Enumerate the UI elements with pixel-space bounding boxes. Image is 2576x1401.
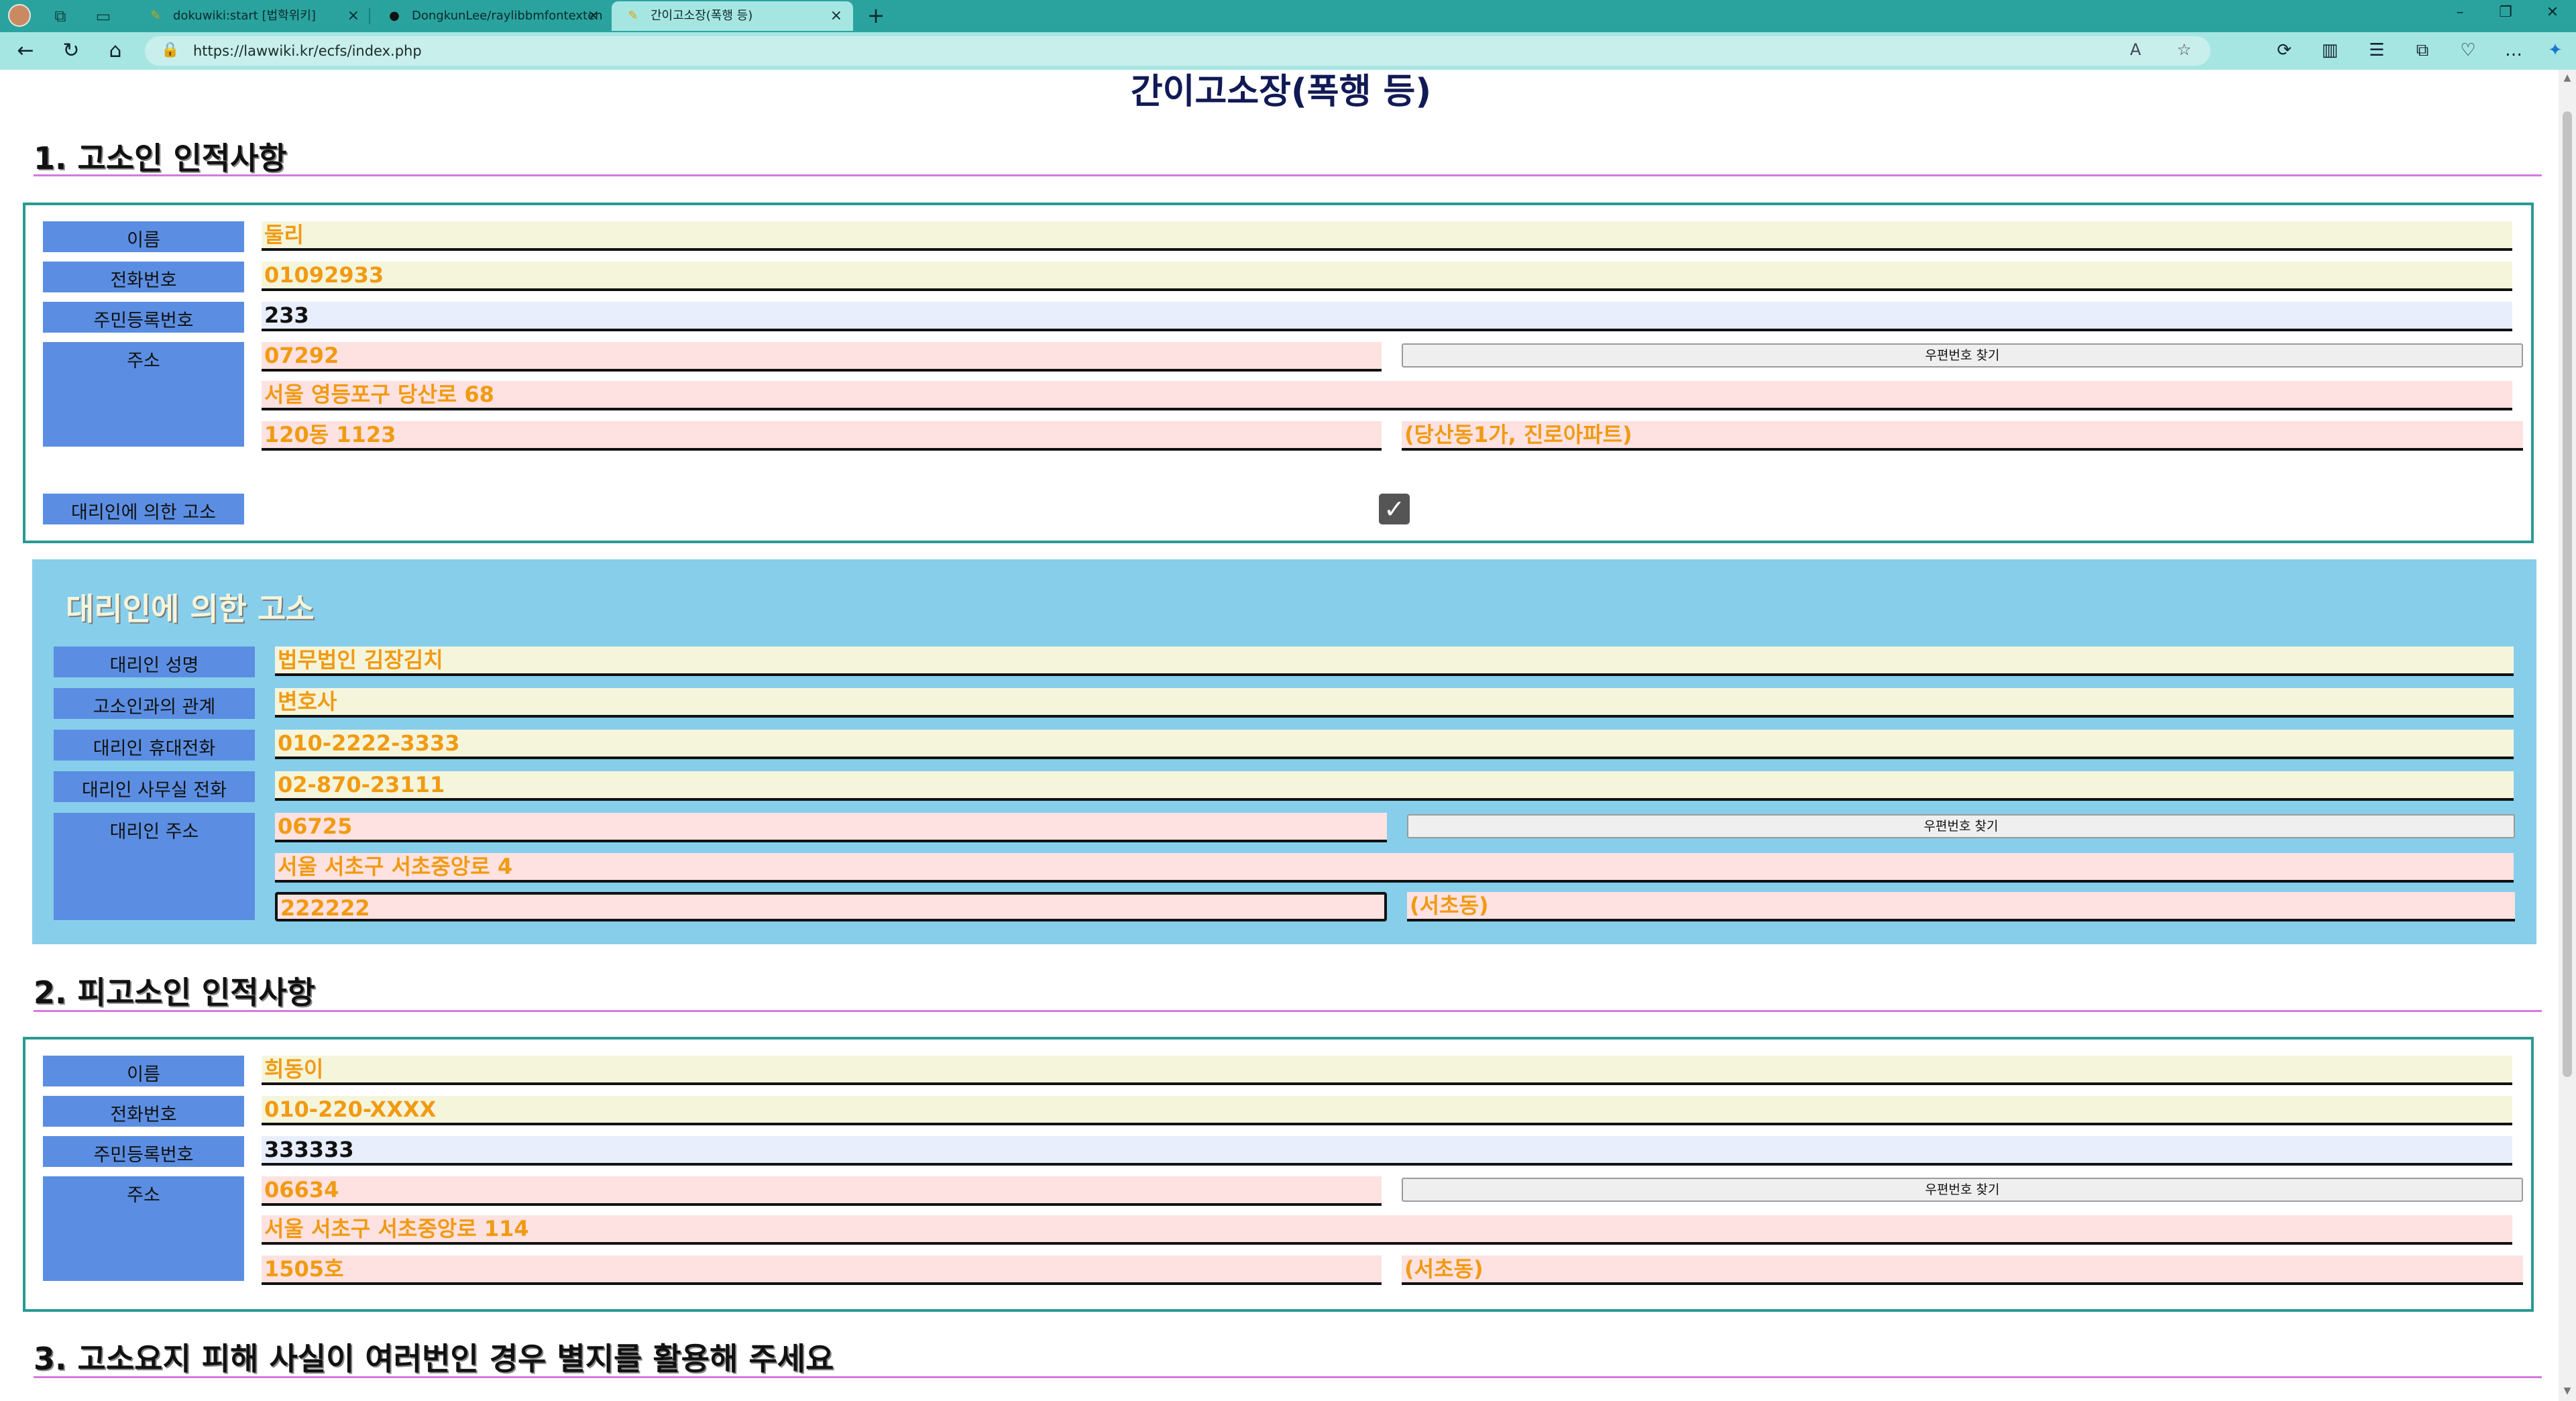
restore-icon[interactable]: ❐ xyxy=(2492,4,2519,21)
section2-heading: 2. 피고소인 인적사항 xyxy=(34,974,316,1011)
close-icon[interactable]: × xyxy=(830,1,842,31)
tab-actions-icon[interactable]: ▭ xyxy=(93,5,114,27)
tab-bar: ⧉ ▭ ✎ dokuwiki:start [법학위키] × ● DongkunL… xyxy=(0,0,2576,32)
scrollbar-thumb[interactable] xyxy=(2563,111,2572,1077)
accused-zip-field[interactable]: 06634 xyxy=(262,1176,1382,1206)
tab-active-complaint[interactable]: ✎ 간이고소장(폭행 등) × xyxy=(612,1,853,31)
rrn-label: 주민등록번호 xyxy=(43,302,244,333)
complainant-address-extra-field[interactable]: (당산동1가, 진로아파트) xyxy=(1402,421,2523,451)
section-divider xyxy=(34,1376,2542,1378)
more-menu-icon[interactable]: … xyxy=(2502,40,2526,60)
proxy-relation-field[interactable]: 변호사 xyxy=(275,688,2514,718)
proxy-panel: 대리인에 의한 고소 대리인 성명 법무법인 김장김치 고소인과의 관계 변호사… xyxy=(32,559,2536,944)
tab-label: dokuwiki:start [법학위키] xyxy=(173,9,316,23)
complainant-phone-field[interactable]: 01092933 xyxy=(262,262,2512,291)
tab-github[interactable]: ● DongkunLee/raylibbmfontexten × xyxy=(373,1,610,31)
proxy-checkbox[interactable]: ✓ xyxy=(1379,494,1410,524)
page-title: 간이고소장(폭행 등) xyxy=(1130,72,1432,112)
proxy-office-phone-label: 대리인 사무실 전화 xyxy=(54,771,255,802)
proxy-address-label: 대리인 주소 xyxy=(54,813,255,920)
profile-avatar[interactable] xyxy=(8,4,31,27)
proxy-panel-title: 대리인에 의한 고소 xyxy=(66,591,315,627)
proxy-relation-label: 고소인과의 관계 xyxy=(54,688,255,719)
zip-search-button[interactable]: 우편번호 찾기 xyxy=(1407,814,2515,838)
complainant-address1-field[interactable]: 서울 영등포구 당산로 68 xyxy=(262,381,2512,410)
section3-heading: 3. 고소요지 피해 사실이 여러번인 경우 별지를 활용해 주세요 xyxy=(34,1341,834,1377)
complainant-rrn-field[interactable]: 233 xyxy=(262,302,2512,331)
favorites-icon[interactable]: ☰ xyxy=(2365,40,2389,60)
accused-rrn-field[interactable]: 333333 xyxy=(262,1136,2512,1166)
proxy-address-extra-field[interactable]: (서초동) xyxy=(1407,892,2515,921)
proxy-address1-field[interactable]: 서울 서초구 서초중앙로 4 xyxy=(275,853,2514,883)
close-icon[interactable]: × xyxy=(347,1,359,31)
complainant-address2-field[interactable]: 120동 1123 xyxy=(262,421,1382,451)
tab-separator xyxy=(369,8,370,24)
dokuwiki-icon: ✎ xyxy=(628,9,638,23)
scroll-up-icon[interactable]: ▲ xyxy=(2561,72,2573,83)
close-icon[interactable]: × xyxy=(587,1,600,31)
proxy-label: 대리인에 의한 고소 xyxy=(43,494,244,524)
complainant-zip-field[interactable]: 07292 xyxy=(262,342,1382,372)
lock-icon[interactable]: 🔒 xyxy=(161,42,179,58)
accused-address-extra-field[interactable]: (서초동) xyxy=(1402,1255,2523,1285)
tab-label: DongkunLee/raylibbmfontexten xyxy=(412,9,603,23)
extensions-icon[interactable]: ⟳ xyxy=(2272,40,2296,60)
tab-dokuwiki[interactable]: ✎ dokuwiki:start [법학위키] × xyxy=(134,1,370,31)
refresh-icon[interactable]: ↻ xyxy=(59,39,83,63)
github-icon: ● xyxy=(389,9,400,23)
split-screen-icon[interactable]: ▥ xyxy=(2318,40,2342,60)
name-label: 이름 xyxy=(43,1056,244,1086)
workspaces-icon[interactable]: ⧉ xyxy=(50,5,71,27)
section-divider xyxy=(34,1010,2542,1012)
minimize-icon[interactable]: – xyxy=(2447,4,2473,21)
proxy-office-phone-field[interactable]: 02-870-23111 xyxy=(275,771,2514,801)
proxy-address2-field[interactable]: 222222 xyxy=(275,892,1387,921)
read-aloud-icon[interactable]: A xyxy=(2130,40,2141,59)
proxy-mobile-label: 대리인 휴대전화 xyxy=(54,730,255,761)
phone-label: 전화번호 xyxy=(43,262,244,292)
window-close-icon[interactable]: ✕ xyxy=(2539,4,2566,21)
proxy-name-label: 대리인 성명 xyxy=(54,647,255,677)
accused-name-field[interactable]: 희동이 xyxy=(262,1056,2512,1085)
favorite-star-icon[interactable]: ☆ xyxy=(2177,40,2192,59)
dokuwiki-icon: ✎ xyxy=(150,9,161,23)
complainant-name-field[interactable]: 둘리 xyxy=(262,221,2512,251)
home-icon[interactable]: ⌂ xyxy=(103,39,127,63)
section-divider xyxy=(34,174,2542,176)
back-icon[interactable]: ← xyxy=(13,39,38,63)
zip-search-button[interactable]: 우편번호 찾기 xyxy=(1402,1178,2523,1202)
proxy-zip-field[interactable]: 06725 xyxy=(275,813,1387,842)
page-content: 간이고소장(폭행 등) 1. 고소인 인적사항 이름 둘리 전화번호 01092… xyxy=(4,70,2558,1401)
scroll-down-icon[interactable]: ▼ xyxy=(2561,1386,2573,1396)
accused-address1-field[interactable]: 서울 서초구 서초중앙로 114 xyxy=(262,1215,2512,1245)
accused-panel: 이름 희동이 전화번호 010-220-XXXX 주민등록번호 333333 주… xyxy=(23,1037,2534,1312)
url-text[interactable]: https://lawwiki.kr/ecfs/index.php xyxy=(193,36,422,66)
copilot-icon[interactable]: ✦ xyxy=(2543,40,2567,60)
accused-phone-field[interactable]: 010-220-XXXX xyxy=(262,1096,2512,1125)
accused-address2-field[interactable]: 1505호 xyxy=(262,1255,1382,1285)
address-label: 주소 xyxy=(43,342,244,447)
tab-label: 간이고소장(폭행 등) xyxy=(651,9,753,23)
collections-icon[interactable]: ⧉ xyxy=(2410,40,2434,61)
browser-essentials-icon[interactable]: ♡ xyxy=(2456,40,2480,60)
address-bar[interactable]: 🔒 https://lawwiki.kr/ecfs/index.php A ☆ xyxy=(145,36,2210,66)
new-tab-icon[interactable]: + xyxy=(865,5,887,27)
rrn-label: 주민등록번호 xyxy=(43,1136,244,1167)
section1-heading: 1. 고소인 인적사항 xyxy=(34,140,287,176)
zip-search-button[interactable]: 우편번호 찾기 xyxy=(1402,343,2523,368)
phone-label: 전화번호 xyxy=(43,1096,244,1127)
address-label: 주소 xyxy=(43,1176,244,1281)
proxy-mobile-field[interactable]: 010-2222-3333 xyxy=(275,730,2514,759)
navigation-toolbar: ← ↻ ⌂ 🔒 https://lawwiki.kr/ecfs/index.ph… xyxy=(0,32,2576,70)
proxy-name-field[interactable]: 법무법인 김장김치 xyxy=(275,647,2514,676)
complainant-panel: 이름 둘리 전화번호 01092933 주민등록번호 233 주소 07292 … xyxy=(23,203,2534,543)
name-label: 이름 xyxy=(43,221,244,252)
